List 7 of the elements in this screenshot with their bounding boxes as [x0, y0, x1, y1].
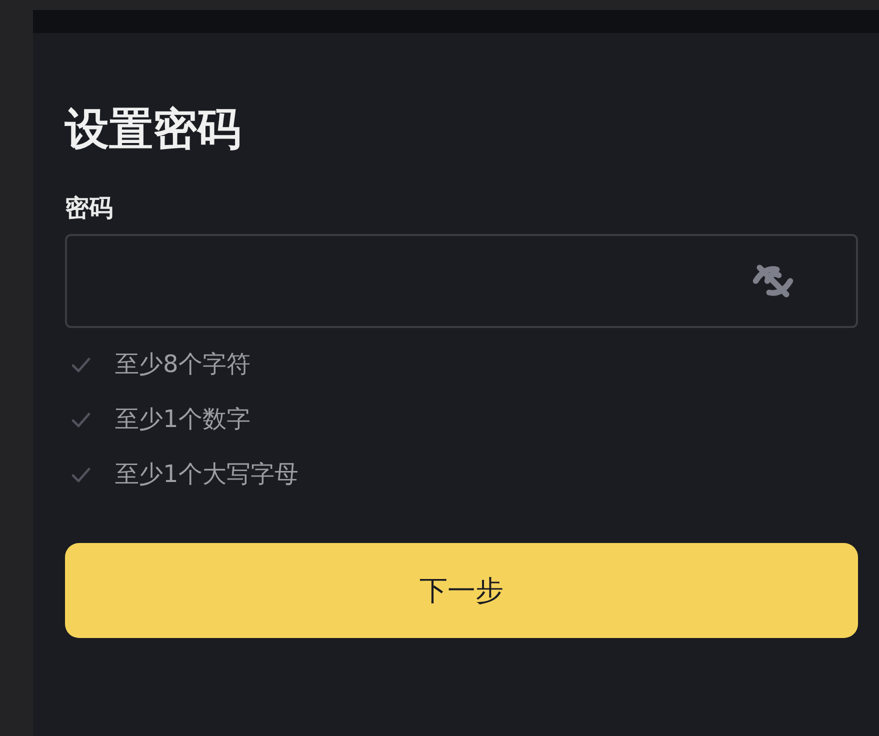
field-label: 密码: [65, 193, 114, 224]
requirement-text: 至少8个字符: [115, 349, 250, 380]
password-field[interactable]: [65, 234, 858, 328]
next-button[interactable]: 下一步: [65, 543, 858, 638]
requirement-text: 至少1个数字: [115, 404, 250, 435]
page-title: 设置密码: [65, 103, 242, 157]
requirement-text: 至少1个大写字母: [115, 459, 298, 490]
